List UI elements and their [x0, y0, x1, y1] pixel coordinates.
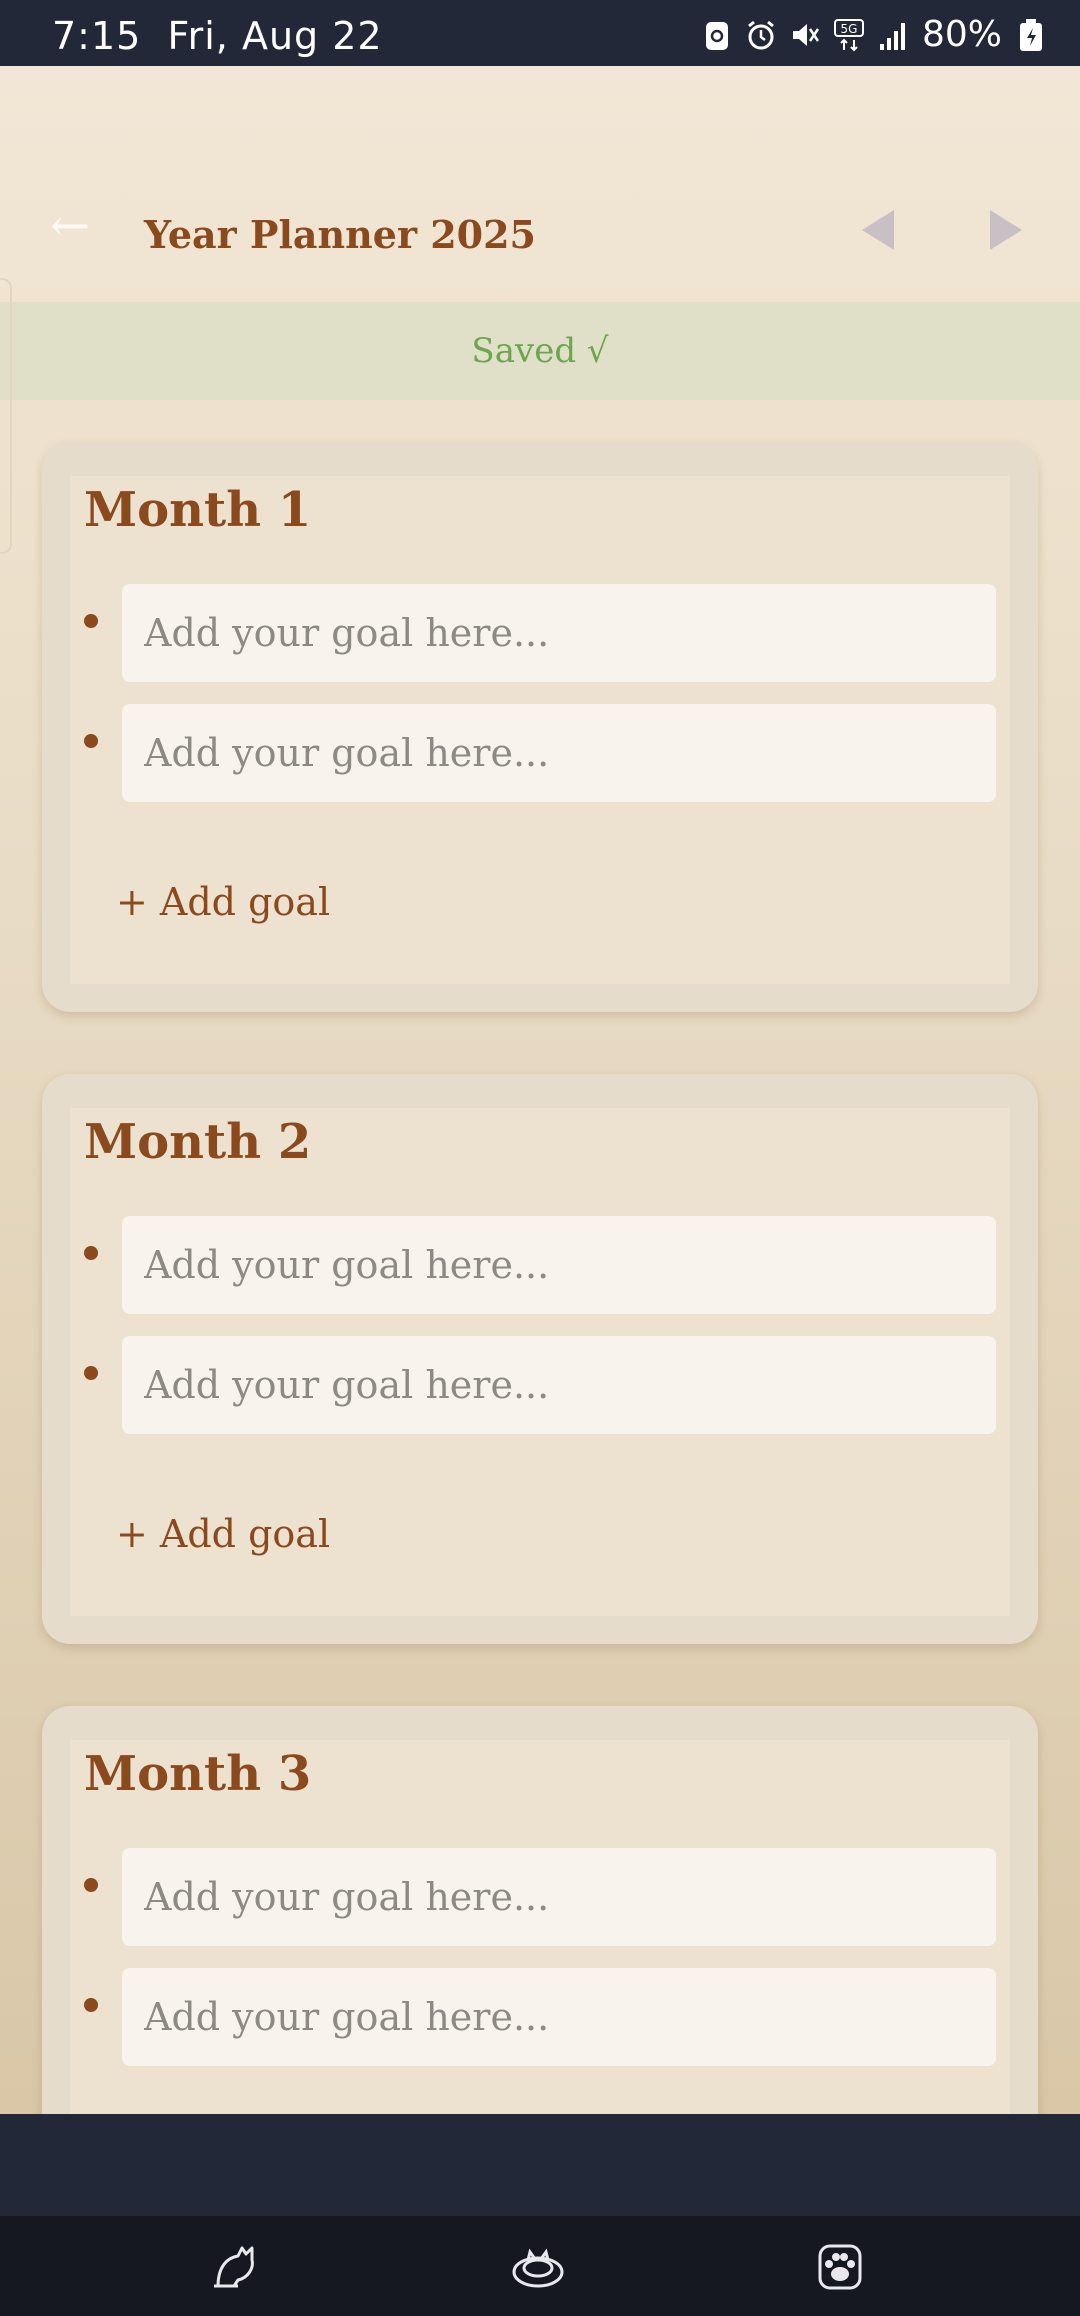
navigation-bar	[0, 2216, 1080, 2316]
mute-icon	[792, 23, 820, 46]
previous-year-button[interactable]	[862, 210, 894, 250]
back-button[interactable]: ←	[50, 202, 90, 250]
alarm-icon	[748, 20, 774, 49]
5g-icon: 5G	[833, 18, 864, 51]
status-bar: 7:15 Fri, Aug 22 5G 80%	[0, 0, 1080, 66]
bottom-area	[0, 2114, 1080, 2216]
saved-status-banner: Saved √	[0, 302, 1080, 400]
add-goal-button[interactable]: + Add goal	[116, 1512, 330, 1556]
saved-status-text: Saved √	[471, 331, 609, 371]
paw-icon[interactable]	[812, 2238, 868, 2294]
status-time: 7:15 Fri, Aug 22	[52, 14, 383, 58]
month-card: Month 3	[42, 1706, 1038, 2114]
cat-sleeping-icon[interactable]	[510, 2238, 566, 2294]
cat-stretch-icon[interactable]	[208, 2238, 264, 2294]
goal-row	[70, 1216, 1010, 1316]
signal-icon	[879, 22, 905, 50]
svg-text:5G: 5G	[841, 22, 858, 36]
header: ← Year Planner 2025	[0, 186, 1080, 296]
bullet-icon	[84, 614, 98, 628]
goal-input[interactable]	[122, 704, 996, 802]
goal-row	[70, 584, 1010, 684]
goal-input[interactable]	[122, 1968, 996, 2066]
goal-row	[70, 704, 1010, 804]
app-content: ← Year Planner 2025 Saved √ Month 1 + Ad…	[0, 66, 1080, 2114]
next-year-button[interactable]	[990, 210, 1022, 250]
bullet-icon	[84, 1878, 98, 1892]
goal-row	[70, 1848, 1010, 1948]
month-content: Month 1 + Add goal	[70, 476, 1010, 984]
goal-input[interactable]	[122, 1216, 996, 1314]
goal-row	[70, 1336, 1010, 1436]
goal-row	[70, 1968, 1010, 2068]
month-title: Month 3	[84, 1746, 312, 1802]
month-content: Month 2 + Add goal	[70, 1108, 1010, 1616]
goal-input[interactable]	[122, 584, 996, 682]
bullet-icon	[84, 734, 98, 748]
month-content: Month 3	[70, 1740, 1010, 2114]
goal-input[interactable]	[122, 1336, 996, 1434]
bullet-icon	[84, 1998, 98, 2012]
page-title: Year Planner 2025	[144, 212, 536, 257]
battery-icon	[1020, 18, 1042, 51]
goal-input[interactable]	[122, 1848, 996, 1946]
bullet-icon	[84, 1366, 98, 1380]
month-title: Month 2	[84, 1114, 312, 1170]
add-goal-button[interactable]: + Add goal	[116, 880, 330, 924]
edge-panel-handle[interactable]	[0, 278, 12, 554]
month-title: Month 1	[84, 482, 312, 538]
bullet-icon	[84, 1246, 98, 1260]
battery-percent: 80%	[921, 14, 1002, 55]
month-card: Month 1 + Add goal	[42, 442, 1038, 1012]
month-card: Month 2 + Add goal	[42, 1074, 1038, 1644]
sync-icon	[705, 21, 728, 50]
status-icons: 5G 80%	[702, 14, 1046, 55]
